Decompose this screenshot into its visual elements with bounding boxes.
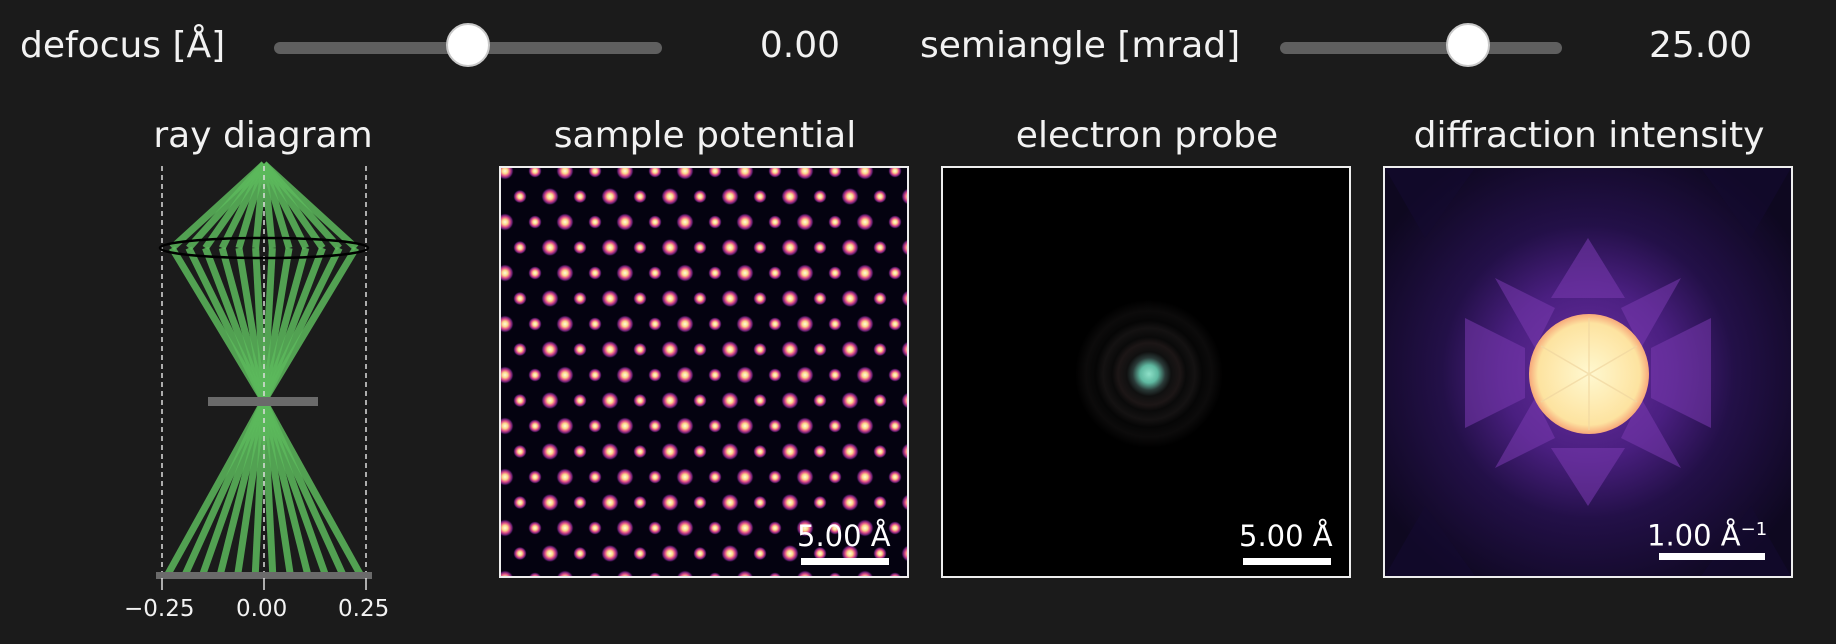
probe-spot bbox=[943, 168, 1349, 576]
semiangle-label: semiangle [mrad] bbox=[920, 25, 1241, 66]
sample-potential-image: 5.00 Å bbox=[499, 166, 909, 578]
ray-diagram-title: ray diagram bbox=[153, 115, 373, 156]
probe-scalebar-bar bbox=[1243, 558, 1331, 565]
sample-bar bbox=[208, 397, 318, 406]
semiangle-slider-thumb[interactable] bbox=[1446, 23, 1490, 67]
diffraction-scalebar-bar bbox=[1659, 553, 1765, 560]
defocus-slider[interactable] bbox=[270, 20, 670, 72]
atom-lattice bbox=[501, 168, 907, 576]
detector-bar bbox=[156, 572, 372, 579]
x-tick-label-pos: 0.25 bbox=[338, 596, 390, 622]
x-tick-label-neg: −0.25 bbox=[124, 596, 195, 622]
semiangle-slider-track[interactable] bbox=[1280, 42, 1562, 54]
ray-diagram-plot bbox=[156, 161, 372, 590]
diffraction-scalebar-label: 1.00 Å−1 bbox=[1647, 518, 1768, 553]
sample-potential-title: sample potential bbox=[553, 115, 857, 156]
defocus-slider-thumb[interactable] bbox=[446, 23, 490, 67]
x-tick-label-zero: 0.00 bbox=[236, 596, 288, 622]
electron-probe-title: electron probe bbox=[1015, 115, 1279, 156]
defocus-value: 0.00 bbox=[759, 25, 840, 66]
sample-scalebar-label: 5.00 Å bbox=[797, 519, 891, 553]
semiangle-slider[interactable] bbox=[1278, 20, 1568, 72]
electron-probe-image: 5.00 Å bbox=[941, 166, 1351, 578]
defocus-label: defocus [Å] bbox=[20, 25, 226, 66]
probe-scalebar-label: 5.00 Å bbox=[1239, 519, 1333, 553]
semiangle-value: 25.00 bbox=[1648, 25, 1752, 66]
diffraction-intensity-title: diffraction intensity bbox=[1413, 115, 1765, 156]
diffraction-intensity-image: 1.00 Å−1 bbox=[1383, 166, 1793, 578]
sample-scalebar-bar bbox=[801, 558, 889, 565]
